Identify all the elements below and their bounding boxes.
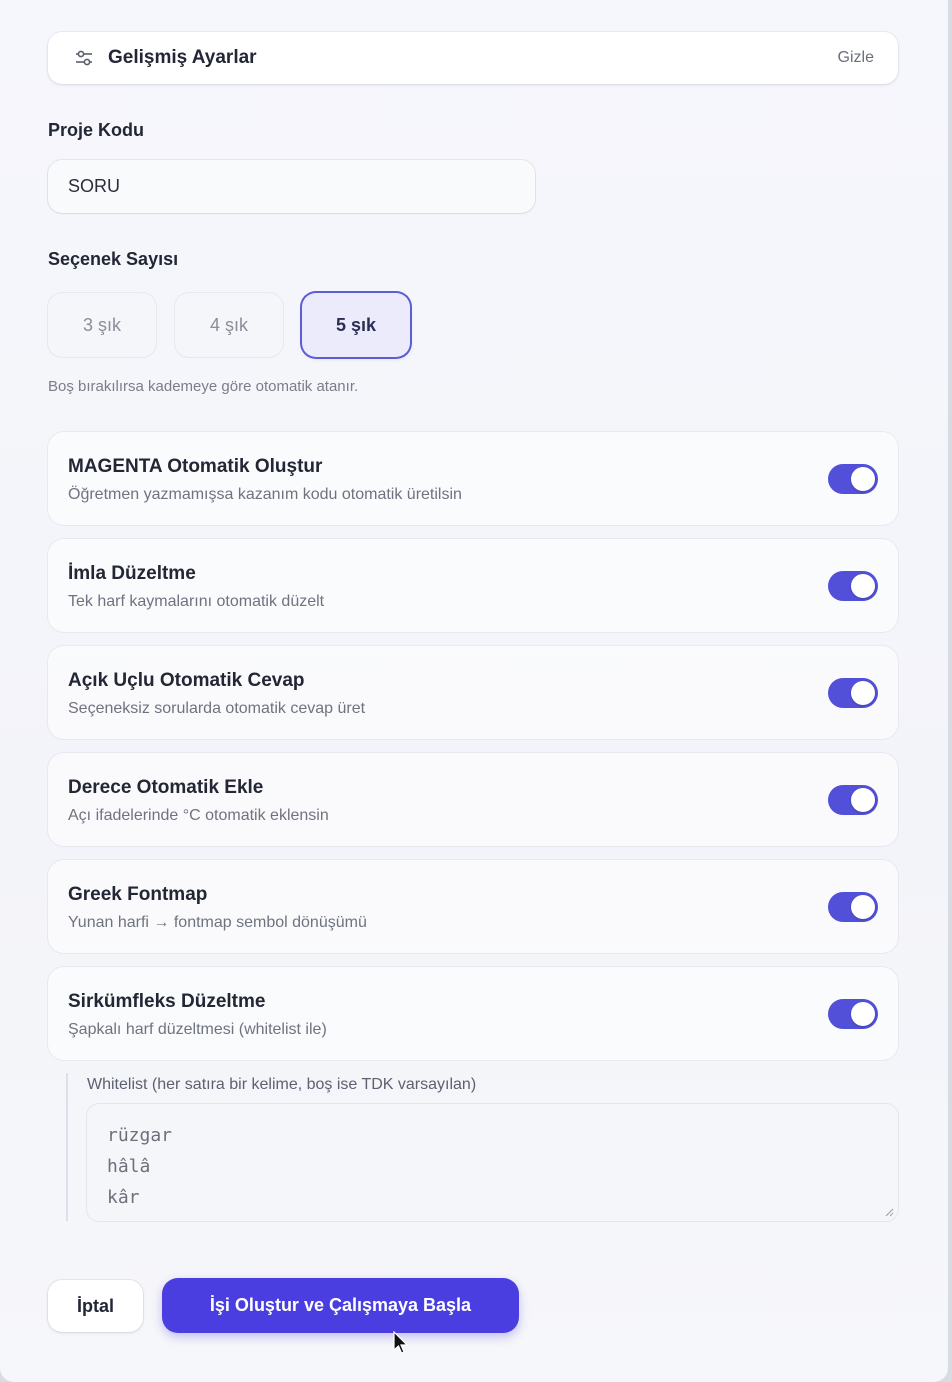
option-3-button[interactable]: 3 şık [48,293,156,357]
cancel-button[interactable]: İptal [48,1280,143,1332]
project-code-label: Proje Kodu [48,120,145,140]
setting-card-greek-fontmap: Greek Fontmap Yunan harfi → fontmap semb… [48,860,898,953]
option-count-hint: Boş bırakılırsa kademeye göre otomatik a… [48,378,359,395]
setting-title: Derece Otomatik Ekle [68,777,264,798]
open-ended-toggle[interactable] [828,678,878,708]
toggle-knob [851,895,875,919]
setting-title: Açık Uçlu Otomatik Cevap [68,670,305,691]
setting-card-magenta: MAGENTA Otomatik Oluştur Öğretmen yazmam… [48,432,898,525]
option-count-selector: 3 şık 4 şık 5 şık [48,293,410,357]
setting-description: Açı ifadelerinde °C otomatik eklensin [68,807,329,824]
mouse-pointer-icon [393,1331,409,1354]
resize-handle-icon[interactable] [884,1207,894,1217]
magenta-toggle[interactable] [828,464,878,494]
circumflex-toggle[interactable] [828,999,878,1029]
sliders-icon [74,48,94,68]
setting-card-circumflex: Sirkümfleks Düzeltme Şapkalı harf düzelt… [48,967,898,1060]
setting-card-degree: Derece Otomatik Ekle Açı ifadelerinde °C… [48,753,898,846]
whitelist-label: Whitelist (her satıra bir kelime, boş is… [87,1076,477,1093]
toggle-knob [851,681,875,705]
setting-title: İmla Düzeltme [68,563,196,584]
whitelist-textarea[interactable]: rüzgar hâlâ kâr [87,1104,898,1221]
setting-description: Şapkalı harf düzeltmesi (whitelist ile) [68,1021,327,1038]
option-4-button[interactable]: 4 şık [175,293,283,357]
toggle-knob [851,574,875,598]
toggle-knob [851,467,875,491]
whitelist-indent-bar [66,1073,68,1221]
advanced-settings-panel: Gelişmiş Ayarlar Gizle Proje Kodu Seçene… [0,0,948,1382]
spelling-toggle[interactable] [828,571,878,601]
hide-button[interactable]: Gizle [838,49,874,67]
setting-title: Greek Fontmap [68,884,208,905]
whitelist-line: rüzgar [107,1125,173,1146]
whitelist-line: kâr [107,1187,140,1208]
advanced-settings-title: Gelişmiş Ayarlar [108,47,257,68]
setting-title: Sirkümfleks Düzeltme [68,991,266,1012]
option-count-label: Seçenek Sayısı [48,249,179,269]
toggle-knob [851,1002,875,1026]
toggle-knob [851,788,875,812]
degree-toggle[interactable] [828,785,878,815]
setting-title: MAGENTA Otomatik Oluştur [68,456,323,477]
setting-description: Seçeneksiz sorularda otomatik cevap üret [68,700,366,717]
setting-description: Yunan harfi → fontmap sembol dönüşümü [68,914,367,931]
setting-card-spelling: İmla Düzeltme Tek harf kaymalarını otoma… [48,539,898,632]
whitelist-line: hâlâ [107,1156,151,1177]
option-5-button[interactable]: 5 şık [302,293,410,357]
setting-description: Tek harf kaymalarını otomatik düzelt [68,593,325,610]
setting-description: Öğretmen yazmamışsa kazanım kodu otomati… [68,486,462,503]
greek-fontmap-toggle[interactable] [828,892,878,922]
create-and-start-button[interactable]: İşi Oluştur ve Çalışmaya Başla [162,1278,519,1333]
project-code-input[interactable] [48,160,535,213]
setting-card-open-ended: Açık Uçlu Otomatik Cevap Seçeneksiz soru… [48,646,898,739]
advanced-settings-header[interactable]: Gelişmiş Ayarlar Gizle [48,32,898,84]
